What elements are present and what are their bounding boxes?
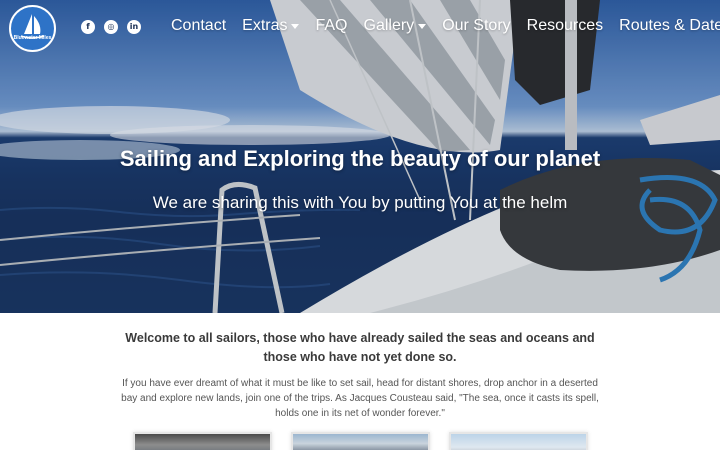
- chevron-down-icon: [291, 23, 300, 29]
- instagram-icon[interactable]: ◎: [104, 20, 118, 34]
- nav-gallery[interactable]: Gallery: [364, 17, 427, 35]
- hero-subtitle: We are sharing this with You by putting …: [152, 193, 568, 212]
- nav-faq[interactable]: FAQ: [315, 17, 347, 35]
- logo-text: Bluewater Miles: [13, 35, 52, 41]
- nav-our-story[interactable]: Our Story: [442, 17, 510, 35]
- welcome-heading: Welcome to all sailors, those who have a…: [125, 331, 595, 364]
- nav-routes-dates[interactable]: Routes & Dates: [619, 17, 720, 35]
- nav-resources-label: Resources: [526, 17, 604, 34]
- facebook-icon[interactable]: f: [81, 20, 95, 34]
- trip-thumbnail[interactable]: [291, 432, 430, 450]
- hero-title: Sailing and Exploring the beauty of our …: [119, 146, 601, 171]
- brand-logo[interactable]: Bluewater Miles: [9, 5, 56, 52]
- social-links: f ◎ in: [81, 20, 141, 34]
- nav-routes-dates-label: Routes & Dates: [619, 17, 720, 34]
- nav-extras[interactable]: Extras: [242, 17, 300, 35]
- intro-paragraph: If you have ever dreamt of what it must …: [121, 378, 599, 419]
- nav-contact[interactable]: Contact: [171, 17, 226, 35]
- main-nav: Contact Extras FAQ Gallery Our Story Res…: [171, 17, 720, 35]
- trip-thumbnail[interactable]: [449, 432, 588, 450]
- sailboat-icon: [20, 14, 45, 39]
- trip-thumbnail[interactable]: [133, 432, 272, 450]
- nav-contact-label: Contact: [171, 17, 227, 34]
- hero-banner: Bluewater Miles f ◎ in Contact Extras FA…: [0, 0, 720, 313]
- nav-gallery-label: Gallery: [363, 17, 415, 34]
- chevron-down-icon: [418, 23, 427, 29]
- nav-faq-label: FAQ: [315, 17, 348, 34]
- nav-our-story-label: Our Story: [442, 17, 511, 34]
- trip-thumbnails: [133, 432, 588, 450]
- nav-extras-label: Extras: [242, 17, 288, 34]
- nav-resources[interactable]: Resources: [527, 17, 603, 35]
- linkedin-icon[interactable]: in: [127, 20, 141, 34]
- welcome-section: Welcome to all sailors, those who have a…: [0, 313, 720, 450]
